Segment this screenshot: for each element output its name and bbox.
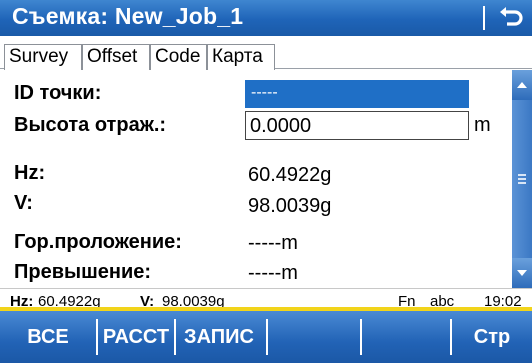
softkey-record[interactable]: ЗАПИС xyxy=(176,311,262,363)
title-separator xyxy=(483,6,485,30)
scroll-down-button[interactable] xyxy=(512,258,532,288)
scroll-thumb[interactable] xyxy=(512,100,532,258)
survey-form: ID точки: ----- Высота отраж.: 0.0000 m … xyxy=(0,70,512,288)
thumb-grip xyxy=(518,182,526,184)
reflector-height-field[interactable]: 0.0000 xyxy=(245,111,469,140)
reflector-height-unit: m xyxy=(474,114,491,136)
softkey-all[interactable]: ВСЕ xyxy=(0,311,96,363)
horizontal-distance-label: Гор.проложение: xyxy=(14,231,182,253)
v-value: 98.0039g xyxy=(248,195,332,217)
thumb-grip xyxy=(518,174,526,176)
tab-code[interactable]: Code xyxy=(150,44,207,70)
tab-survey[interactable]: Survey xyxy=(4,44,82,70)
triangle-up-icon xyxy=(517,82,527,88)
point-id-field[interactable]: ----- xyxy=(245,80,469,108)
softkey-bar: ВСЕ РАССТ ЗАПИС Стр xyxy=(0,311,532,363)
v-label: V: xyxy=(14,192,33,214)
horizontal-distance-value: -----m xyxy=(248,232,298,254)
height-difference-value: -----m xyxy=(248,262,298,284)
triangle-down-icon xyxy=(517,270,527,276)
softkey-page[interactable]: Стр xyxy=(452,311,532,363)
softkey-empty-4[interactable] xyxy=(268,311,360,363)
height-difference-label: Превышение: xyxy=(14,261,152,283)
return-arrow-icon xyxy=(500,7,523,26)
scroll-up-button[interactable] xyxy=(512,70,532,100)
window-title: Съемка: New_Job_1 xyxy=(12,3,244,29)
point-id-label: ID точки: xyxy=(14,82,102,104)
back-button[interactable] xyxy=(493,3,527,33)
hz-label: Hz: xyxy=(14,162,46,184)
title-bar: Съемка: New_Job_1 xyxy=(0,0,532,36)
tab-offset[interactable]: Offset xyxy=(82,44,150,70)
vertical-scrollbar[interactable] xyxy=(512,70,532,288)
softkey-empty-5[interactable] xyxy=(362,311,450,363)
softkey-distance[interactable]: РАССТ xyxy=(98,311,174,363)
thumb-grip xyxy=(518,178,526,180)
hz-value: 60.4922g xyxy=(248,164,332,186)
reflector-height-label: Высота отраж.: xyxy=(14,114,167,136)
tab-map[interactable]: Карта xyxy=(207,44,275,70)
tab-strip: Survey Offset Code Карта xyxy=(0,36,532,70)
